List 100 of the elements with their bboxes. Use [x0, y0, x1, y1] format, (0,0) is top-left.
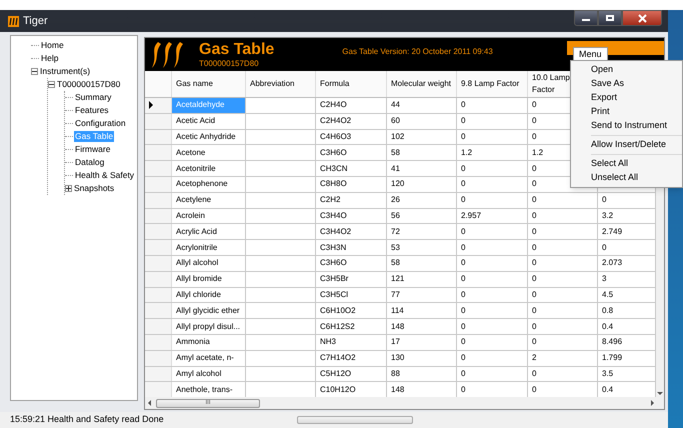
- table-cell-text: 0: [460, 304, 466, 317]
- table-cell-text: 0: [531, 226, 538, 238]
- table-cell-text: C2H2: [319, 194, 342, 206]
- table-cell-text: C6H10O2: [319, 304, 357, 317]
- table-cell-text: 0: [460, 273, 466, 286]
- table-cell-text: Allyl alcohol: [175, 257, 220, 270]
- close-icon: [638, 14, 646, 22]
- table-cell-text: C3H5Br: [319, 273, 350, 286]
- tree-item[interactable]: Help: [40, 53, 60, 64]
- table-cell-text: 0: [531, 162, 538, 175]
- table-cell-text: 0: [460, 99, 466, 112]
- close-button[interactable]: [622, 10, 662, 26]
- menu-item[interactable]: Print: [571, 105, 682, 119]
- column-header[interactable]: 9.8 Lamp Factor: [457, 71, 528, 97]
- table-cell-text: C10H12O: [319, 384, 357, 396]
- tree-item[interactable]: Home: [40, 40, 65, 51]
- table-cell-text: Acetonitrile: [175, 162, 217, 175]
- tree-item[interactable]: Summary: [74, 92, 112, 103]
- tree-item[interactable]: Firmware: [74, 144, 112, 155]
- table-cell-text: Acetylene: [175, 194, 212, 206]
- table-cell-text: 3.2: [601, 210, 614, 222]
- table-cell-text: Allyl bromide: [175, 273, 223, 286]
- table-cell-text: 3.5: [601, 368, 614, 380]
- table-cell-text: Amyl alcohol: [175, 368, 222, 380]
- table-cell-text: Acrylic Acid: [175, 226, 218, 238]
- table-cell-text: 0: [531, 194, 538, 206]
- table-cell-text: Amyl acetate, n-: [175, 352, 235, 364]
- table-cell-text: 121: [390, 273, 406, 286]
- column-header[interactable]: Abbreviation: [246, 71, 316, 97]
- version-text: Gas Table Version: 20 October 2011 09:43: [342, 46, 493, 58]
- table-cell-text: 0: [531, 99, 538, 112]
- table-cell-text: 0: [531, 320, 538, 333]
- row-header[interactable]: [145, 98, 172, 113]
- tree-item[interactable]: Features: [74, 105, 110, 116]
- expand-icon[interactable]: [65, 185, 72, 192]
- table-cell-text: 0: [460, 226, 466, 238]
- table-cell-text: 0: [531, 368, 538, 380]
- tree-item[interactable]: Instrument(s): [39, 66, 92, 77]
- table-cell-text: 4.5: [601, 288, 614, 301]
- table-cell-text: 0: [460, 257, 466, 270]
- table-cell-text: 1.2: [460, 146, 474, 159]
- tree-item[interactable]: Configuration: [74, 118, 127, 129]
- table-cell-text: 0: [460, 162, 466, 175]
- table-cell-text: 8.496: [601, 336, 624, 348]
- table-cell-text: 0.4: [601, 384, 614, 396]
- table-cell-text: Anethole, trans-: [175, 384, 234, 396]
- table-cell-text: 0: [531, 115, 538, 128]
- column-header[interactable]: Molecular weight: [387, 71, 457, 97]
- table-cell-text: 0: [460, 115, 466, 128]
- tree-item[interactable]: T000000157D80: [56, 79, 122, 90]
- table-cell-text: Acetaldehyde: [175, 99, 226, 112]
- table-cell-text: 114: [390, 304, 405, 317]
- menu-button[interactable]: Menu: [573, 46, 608, 60]
- collapse-icon[interactable]: [48, 81, 55, 88]
- table-cell-text: 2: [531, 352, 538, 364]
- table-cell-text: 44: [390, 99, 401, 112]
- tree-item[interactable]: Health & Safety: [74, 170, 136, 181]
- tree-item[interactable]: Snapshots: [73, 183, 116, 194]
- table-cell-text: 0: [460, 194, 466, 206]
- scroll-right-icon[interactable]: [651, 400, 654, 406]
- menu-item[interactable]: Send to Instrument: [571, 119, 682, 133]
- table-cell-text: C3H3N: [319, 242, 348, 254]
- table-cell-text: 0: [531, 178, 538, 190]
- table-cell-text: C6H12S2: [319, 320, 356, 333]
- table-cell-text: C3H6O: [319, 146, 348, 159]
- column-header[interactable]: Formula: [316, 71, 387, 97]
- table-cell-text: 0: [531, 242, 538, 254]
- menu-item[interactable]: Allow Insert/Delete: [591, 138, 682, 152]
- tree-item[interactable]: Datalog: [74, 157, 106, 168]
- table-cell-text: 60: [390, 115, 401, 128]
- table-cell-text: 0: [531, 273, 538, 286]
- collapse-icon[interactable]: [31, 68, 38, 75]
- table-cell-text: 1.2: [531, 146, 544, 159]
- minimize-button[interactable]: [574, 10, 598, 26]
- table-cell-text: 148: [390, 320, 406, 333]
- scroll-left-icon[interactable]: [148, 400, 151, 406]
- table-cell-text: 0: [460, 352, 466, 364]
- table-cell-text: 2.957: [460, 210, 482, 222]
- menu-item[interactable]: Unselect All: [591, 171, 682, 185]
- column-header[interactable]: Gas name: [172, 71, 246, 97]
- table-cell-text: Acrylonitrile: [175, 242, 218, 254]
- table-cell-text: 0: [601, 242, 608, 254]
- table-cell-text: 41: [390, 162, 401, 175]
- table-cell-text: Allyl propyl disul...: [175, 320, 242, 333]
- table-cell-text: C5H12O: [319, 368, 352, 380]
- app-icon: [8, 16, 19, 26]
- table-cell-text: C3H4O2: [319, 226, 352, 238]
- table-cell-text: 26: [390, 194, 401, 206]
- table-cell-text: 102: [390, 130, 406, 143]
- maximize-button[interactable]: [598, 10, 622, 26]
- table-cell-text: 56: [390, 210, 401, 222]
- table-cell-text: 2.749: [601, 226, 624, 238]
- table-cell-text: 0: [460, 130, 466, 143]
- table-cell-text: C2H4O2: [319, 115, 352, 128]
- menu-item[interactable]: Select All: [591, 157, 682, 171]
- instrument-id: T000000157D80: [199, 58, 260, 68]
- table-cell-text: 0: [460, 384, 466, 396]
- table-cell-text: 0: [460, 368, 466, 380]
- table-cell-text: Allyl chloride: [175, 288, 222, 301]
- table-cell-text: 0: [531, 130, 538, 143]
